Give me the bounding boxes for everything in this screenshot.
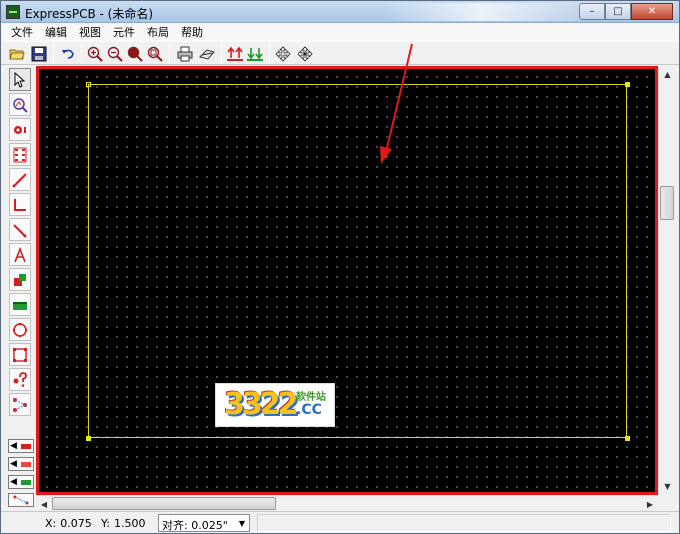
menu-help[interactable]: 帮助 xyxy=(175,24,209,40)
window-controls: – □ ✕ xyxy=(579,3,673,20)
fill-icon[interactable] xyxy=(9,268,31,291)
x-coordinate: X: 0.075 xyxy=(45,517,92,530)
toolbar-divider xyxy=(269,45,270,63)
layer-silkscreen-icon[interactable]: ◀ xyxy=(8,475,34,489)
layer-top-icon[interactable] xyxy=(225,44,245,64)
circle-icon[interactable] xyxy=(9,318,31,341)
tool-palette: ◀ ◀ ◀ xyxy=(1,65,35,507)
select-icon[interactable] xyxy=(9,68,31,91)
menu-file[interactable]: 文件 xyxy=(5,24,39,40)
horizontal-scrollbar[interactable]: ◀ ▶ xyxy=(36,495,658,511)
close-button[interactable]: ✕ xyxy=(631,3,673,20)
undo-icon[interactable] xyxy=(58,44,78,64)
status-bar: X: 0.075 Y: 1.500 对齐: 0.025" ▼ xyxy=(1,511,679,533)
menu-component[interactable]: 元件 xyxy=(107,24,141,40)
title-blur xyxy=(381,3,581,21)
toolbar-divider xyxy=(221,45,222,63)
toolbar xyxy=(1,41,679,65)
maximize-button[interactable]: □ xyxy=(605,3,631,20)
scroll-up-icon[interactable]: ▲ xyxy=(659,66,676,83)
trace-icon[interactable] xyxy=(9,168,31,191)
horizontal-scroll-thumb[interactable] xyxy=(52,497,276,510)
vertical-scroll-thumb[interactable] xyxy=(660,186,674,220)
logo-domain: .CC xyxy=(296,402,322,418)
x-label: X: xyxy=(45,517,57,530)
rectangle-icon[interactable] xyxy=(9,343,31,366)
logo-number: 3322 xyxy=(224,387,298,422)
zoom-in-icon[interactable] xyxy=(85,44,105,64)
scroll-left-icon[interactable]: ◀ xyxy=(36,496,52,512)
layer-ratsnest-icon[interactable] xyxy=(8,493,34,507)
layer-top-copper-icon[interactable]: ◀ xyxy=(8,439,34,453)
y-label: Y: xyxy=(101,517,110,530)
component-icon[interactable] xyxy=(9,143,31,166)
pad-icon[interactable] xyxy=(9,118,31,141)
move-icon[interactable] xyxy=(273,44,293,64)
move-grid-icon[interactable] xyxy=(295,44,315,64)
scroll-down-icon[interactable]: ▼ xyxy=(659,478,676,495)
print-icon[interactable] xyxy=(175,44,195,64)
snap-select[interactable]: 对齐: 0.025" ▼ xyxy=(158,514,250,532)
send-icon[interactable] xyxy=(197,44,217,64)
minimize-button[interactable]: – xyxy=(579,3,605,20)
logo-tagline: 软件站 xyxy=(296,392,326,403)
zoom-fit-icon[interactable] xyxy=(125,44,145,64)
zoom-out-icon[interactable] xyxy=(105,44,125,64)
menu-view[interactable]: 视图 xyxy=(73,24,107,40)
y-coordinate: Y: 1.500 xyxy=(101,517,145,530)
app-window: ExpressPCB - (未命名) – □ ✕ 文件 编辑 视图 元件 布局 … xyxy=(0,0,680,534)
open-icon[interactable] xyxy=(7,44,27,64)
y-value: 1.500 xyxy=(113,517,146,530)
netlist-icon[interactable] xyxy=(9,393,31,416)
toolbar-divider xyxy=(53,45,54,63)
trace-diagonal-icon[interactable] xyxy=(9,218,31,241)
board-corner-handle[interactable] xyxy=(86,82,91,87)
pcb-canvas[interactable] xyxy=(39,69,655,492)
save-icon[interactable] xyxy=(29,44,49,64)
trace-corner-icon[interactable] xyxy=(9,193,31,216)
scroll-right-icon[interactable]: ▶ xyxy=(642,496,658,512)
status-message-panel xyxy=(257,514,671,532)
board-outline[interactable] xyxy=(88,84,627,438)
snap-value: 对齐: 0.025" xyxy=(162,519,228,532)
vertical-scrollbar[interactable]: ▲ ▼ xyxy=(658,66,675,495)
menu-bar: 文件 编辑 视图 元件 布局 帮助 xyxy=(1,23,679,41)
toolbar-divider xyxy=(169,45,170,63)
zoom-tool-icon[interactable] xyxy=(9,93,31,116)
expresspcb-app-icon xyxy=(6,5,20,19)
text-icon[interactable] xyxy=(9,243,31,266)
toolbar-divider xyxy=(81,45,82,63)
title-bar: ExpressPCB - (未命名) – □ ✕ xyxy=(1,1,679,23)
chevron-down-icon[interactable]: ▼ xyxy=(235,515,249,531)
canvas-highlight-frame xyxy=(36,66,658,495)
window-title: ExpressPCB - (未命名) xyxy=(25,7,154,21)
menu-edit[interactable]: 编辑 xyxy=(39,24,73,40)
board-corner-handle[interactable] xyxy=(625,436,630,441)
board-corner-handle[interactable] xyxy=(86,436,91,441)
menu-layout[interactable]: 布局 xyxy=(141,24,175,40)
layer-bottom-copper-icon[interactable]: ◀ xyxy=(8,457,34,471)
watermark-logo: 3322 软件站 .CC xyxy=(215,383,335,427)
board-corner-handle[interactable] xyxy=(625,82,630,87)
layer-bottom-icon[interactable] xyxy=(245,44,265,64)
zoom-window-icon[interactable] xyxy=(145,44,165,64)
x-value: 0.075 xyxy=(60,517,92,530)
plane-icon[interactable] xyxy=(9,293,31,316)
query-icon[interactable] xyxy=(9,368,31,391)
